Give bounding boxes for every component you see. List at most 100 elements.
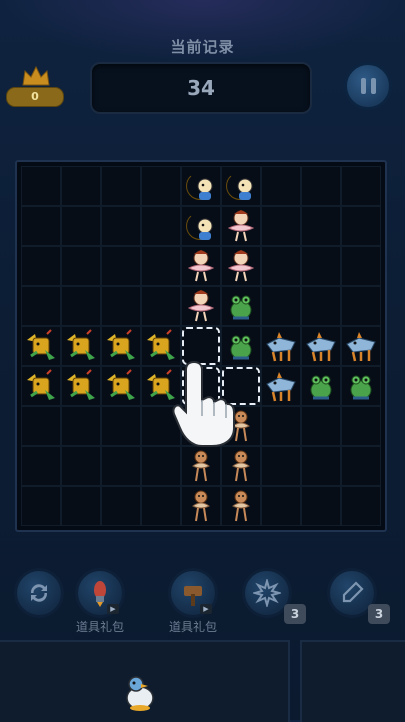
tool-row: ▶ 道具礼包 ▶ 道具礼包 3 3 (0, 560, 405, 640)
monkey-dancer-piece[interactable] (221, 446, 261, 486)
green-frog-icon (350, 375, 372, 400)
monkey-dancer-piece[interactable] (181, 486, 221, 526)
next-piece-slot-2[interactable] (300, 640, 405, 722)
board-cell[interactable] (341, 286, 381, 326)
board-cell[interactable] (141, 166, 181, 206)
board-cell[interactable] (61, 446, 101, 486)
shark-cat-icon (266, 332, 296, 362)
board-cell[interactable] (301, 206, 341, 246)
ballerina-piece[interactable] (181, 286, 221, 326)
next-piece-slot[interactable] (0, 640, 290, 722)
board-cell[interactable] (341, 246, 381, 286)
monkey-dancer-piece[interactable] (221, 486, 261, 526)
dragon-warrior-piece[interactable] (61, 366, 101, 406)
green-frog-icon (310, 375, 332, 400)
board-cell[interactable] (301, 286, 341, 326)
ballerina-icon (187, 250, 215, 282)
moon-duck-icon (186, 175, 213, 200)
moon-duck-piece[interactable] (181, 206, 221, 246)
board-cell[interactable] (21, 486, 61, 526)
board-cell[interactable] (101, 206, 141, 246)
ballerina-piece[interactable] (181, 246, 221, 286)
board-cell[interactable] (21, 206, 61, 246)
board-cell[interactable] (261, 286, 301, 326)
ballerina-icon (227, 250, 255, 282)
board-cell[interactable] (21, 446, 61, 486)
board-cell[interactable] (61, 486, 101, 526)
board-cell[interactable] (301, 406, 341, 446)
board-cell[interactable] (261, 166, 301, 206)
dragon-warrior-piece[interactable] (21, 366, 61, 406)
board-cell[interactable] (21, 166, 61, 206)
board-cell[interactable] (141, 446, 181, 486)
dragon-warrior-piece[interactable] (101, 326, 141, 366)
green-frog-piece[interactable] (301, 366, 341, 406)
board-cell[interactable] (261, 446, 301, 486)
board-cell[interactable] (141, 286, 181, 326)
next-pieces-panel (0, 640, 405, 722)
board-cell[interactable] (341, 446, 381, 486)
board-cell[interactable] (141, 486, 181, 526)
board-cell[interactable] (101, 286, 141, 326)
moon-duck-piece[interactable] (181, 166, 221, 206)
board-cell[interactable] (341, 486, 381, 526)
score-value: 34 (187, 76, 215, 100)
dragon-warrior-piece[interactable] (61, 326, 101, 366)
board-cell[interactable] (101, 486, 141, 526)
board-cell[interactable] (301, 486, 341, 526)
board-cell[interactable] (141, 206, 181, 246)
dragon-warrior-icon (67, 329, 95, 360)
dragon-warrior-icon (27, 329, 55, 360)
board-cell[interactable] (301, 246, 341, 286)
dragon-warrior-piece[interactable] (101, 366, 141, 406)
pause-button[interactable] (344, 62, 392, 110)
board-cell[interactable] (61, 286, 101, 326)
board-cell[interactable] (101, 246, 141, 286)
board-cell[interactable] (261, 206, 301, 246)
monkey-dancer-piece[interactable] (181, 446, 221, 486)
board-cell[interactable] (141, 246, 181, 286)
board-cell[interactable] (301, 446, 341, 486)
board-cell[interactable] (341, 166, 381, 206)
green-frog-piece[interactable] (221, 286, 261, 326)
tutorial-hand-icon (172, 360, 235, 447)
dragon-warrior-piece[interactable] (21, 326, 61, 366)
bomb-count-badge: 3 (284, 604, 306, 624)
board-cell[interactable] (61, 246, 101, 286)
board-cell[interactable] (61, 206, 101, 246)
bomb-icon (253, 579, 281, 607)
board-cell[interactable] (21, 286, 61, 326)
brush-icon (342, 581, 364, 603)
shark-cat-icon (266, 372, 296, 402)
crown-count: 0 (6, 87, 64, 107)
moon-duck-piece[interactable] (221, 166, 261, 206)
refresh-button[interactable] (14, 568, 64, 618)
board-cell[interactable] (261, 246, 301, 286)
ballerina-icon (227, 210, 255, 242)
dragon-warrior-icon (27, 369, 55, 400)
board-cell[interactable] (341, 206, 381, 246)
crown-icon (22, 65, 50, 86)
dragon-warrior-icon (67, 369, 95, 400)
shark-cat-piece[interactable] (261, 326, 301, 366)
board-cell[interactable] (101, 446, 141, 486)
green-frog-piece[interactable] (341, 366, 381, 406)
board-cell[interactable] (61, 406, 101, 446)
board-cell[interactable] (301, 166, 341, 206)
board-cell[interactable] (21, 246, 61, 286)
shark-cat-piece[interactable] (301, 326, 341, 366)
shark-cat-piece[interactable] (261, 366, 301, 406)
game-board[interactable] (15, 160, 387, 532)
board-cell[interactable] (21, 406, 61, 446)
penguin-duck-piece-icon[interactable] (120, 672, 160, 712)
ballerina-icon (187, 290, 215, 322)
board-cell[interactable] (341, 406, 381, 446)
board-cell[interactable] (101, 166, 141, 206)
ballerina-piece[interactable] (221, 246, 261, 286)
board-cell[interactable] (261, 406, 301, 446)
ballerina-piece[interactable] (221, 206, 261, 246)
shark-cat-piece[interactable] (341, 326, 381, 366)
board-cell[interactable] (101, 406, 141, 446)
board-cell[interactable] (61, 166, 101, 206)
board-cell[interactable] (261, 486, 301, 526)
